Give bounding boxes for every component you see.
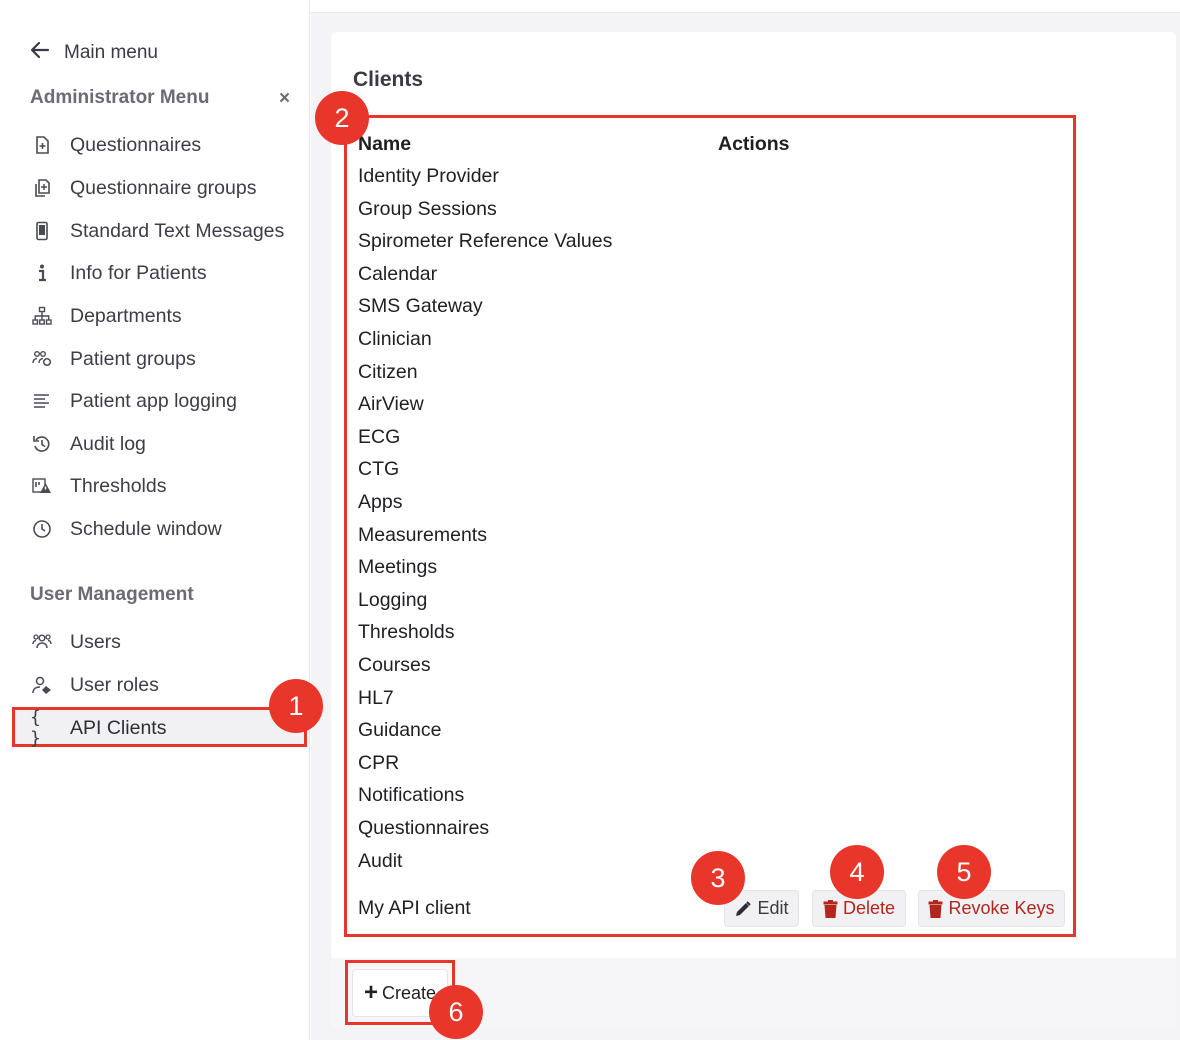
sidebar-item-label: Thresholds xyxy=(70,474,167,497)
sidebar-item-info-for-patients[interactable]: Info for Patients xyxy=(30,258,207,288)
sidebar-item-api-clients-content[interactable]: { } API Clients xyxy=(30,707,167,749)
table-row: Notifications xyxy=(358,784,465,807)
sidebar-item-label: Audit log xyxy=(70,432,146,455)
table-row: Audit xyxy=(358,849,403,872)
administrator-menu-title: Administrator Menu xyxy=(30,87,210,108)
table-row: Courses xyxy=(358,654,431,676)
sidebar-item-label: API Clients xyxy=(70,716,167,739)
table-row-my-api-client: My API client xyxy=(358,897,471,919)
arrow-left-icon xyxy=(30,40,52,66)
main-menu-link[interactable]: Main menu xyxy=(30,40,158,66)
table-row: Spirometer Reference Values xyxy=(358,230,613,253)
sidebar-item-user-roles[interactable]: User roles xyxy=(30,670,159,700)
table-row: Clinician xyxy=(358,328,432,350)
braces-icon: { } xyxy=(30,707,41,749)
sidebar-item-users[interactable]: Users xyxy=(30,627,121,657)
sidebar-item-departments[interactable]: Departments xyxy=(30,301,182,331)
sidebar-item-patient-groups[interactable]: Patient groups xyxy=(30,344,196,374)
annotation-badge-5: 5 xyxy=(937,845,991,899)
table-row: Apps xyxy=(358,491,403,513)
info-icon xyxy=(30,261,54,285)
annotation-badge-4: 4 xyxy=(830,845,884,899)
sidebar-item-label: Info for Patients xyxy=(70,261,207,284)
annotation-badge-3: 3 xyxy=(691,851,745,905)
sidebar-item-label: Questionnaires xyxy=(70,133,202,156)
table-row: SMS Gateway xyxy=(358,295,483,318)
sidebar-item-label: Patient app logging xyxy=(70,389,237,412)
table-row: Logging xyxy=(358,588,428,611)
user-management-title: User Management xyxy=(30,584,194,605)
threshold-icon xyxy=(30,474,54,498)
annotation-badge-1: 1 xyxy=(269,679,323,733)
users-icon xyxy=(30,630,54,654)
edit-label: Edit xyxy=(757,898,789,918)
table-row: CPR xyxy=(358,751,400,774)
files-icon xyxy=(30,176,54,200)
trash-icon xyxy=(823,899,838,918)
sidebar-item-schedule-window[interactable]: Schedule window xyxy=(30,514,222,544)
table-row: Thresholds xyxy=(358,621,455,644)
table-row: Questionnaires xyxy=(358,817,490,839)
user-role-icon xyxy=(30,673,54,697)
sidebar-item-standard-text-messages[interactable]: Standard Text Messages xyxy=(30,216,284,246)
close-icon[interactable]: × xyxy=(279,88,290,110)
column-header-name: Name xyxy=(358,133,412,155)
table-row: AirView xyxy=(358,393,424,416)
sidebar-item-label: Departments xyxy=(70,304,182,327)
table-row: Guidance xyxy=(358,719,442,742)
column-header-actions: Actions xyxy=(718,133,790,155)
page-title: Clients xyxy=(353,68,424,91)
table-row: ECG xyxy=(358,425,401,448)
sidebar-item-label: User roles xyxy=(70,673,159,696)
table-row: Group Sessions xyxy=(358,197,497,220)
sitemap-icon xyxy=(30,304,54,328)
sidebar-item-questionnaire-groups[interactable]: Questionnaire groups xyxy=(30,173,256,203)
sidebar-item-audit-log[interactable]: Audit log xyxy=(30,429,146,459)
sidebar-item-label: Patient groups xyxy=(70,347,196,370)
patient-group-icon xyxy=(30,347,54,371)
table-row: Calendar xyxy=(358,262,438,285)
main-menu-label: Main menu xyxy=(64,42,158,63)
create-label: Create xyxy=(381,982,437,1003)
sidebar-item-label: Questionnaire groups xyxy=(70,176,257,199)
revoke-keys-label: Revoke Keys xyxy=(948,898,1055,918)
table-row: CTG xyxy=(358,458,400,481)
sidebar-item-patient-app-logging[interactable]: Patient app logging xyxy=(30,386,237,416)
annotation-badge-2: 2 xyxy=(315,91,369,145)
phone-icon xyxy=(30,219,54,243)
table-row: Measurements xyxy=(358,523,487,546)
table-row: Identity Provider xyxy=(358,165,499,187)
sidebar-item-label: Schedule window xyxy=(70,517,222,540)
sidebar: Main menu Administrator Menu × Questionn… xyxy=(0,0,310,1040)
sidebar-item-label: Users xyxy=(70,630,121,653)
sidebar-item-thresholds[interactable]: Thresholds xyxy=(30,471,166,501)
trash-icon xyxy=(928,899,943,918)
plus-icon: + xyxy=(363,979,378,1006)
file-plus-icon xyxy=(30,133,54,157)
table-row: HL7 xyxy=(358,686,394,709)
revoke-keys-button[interactable]: Revoke Keys xyxy=(918,890,1065,927)
pencil-icon xyxy=(734,900,752,918)
table-row: Meetings xyxy=(358,556,438,579)
sidebar-item-questionnaires[interactable]: Questionnaires xyxy=(30,130,201,160)
sidebar-item-label: Standard Text Messages xyxy=(70,219,285,242)
delete-label: Delete xyxy=(842,898,896,918)
history-icon xyxy=(30,432,54,456)
list-icon xyxy=(30,389,54,413)
table-row: Citizen xyxy=(358,360,418,383)
annotation-badge-6: 6 xyxy=(429,985,483,1039)
clock-icon xyxy=(30,517,54,541)
